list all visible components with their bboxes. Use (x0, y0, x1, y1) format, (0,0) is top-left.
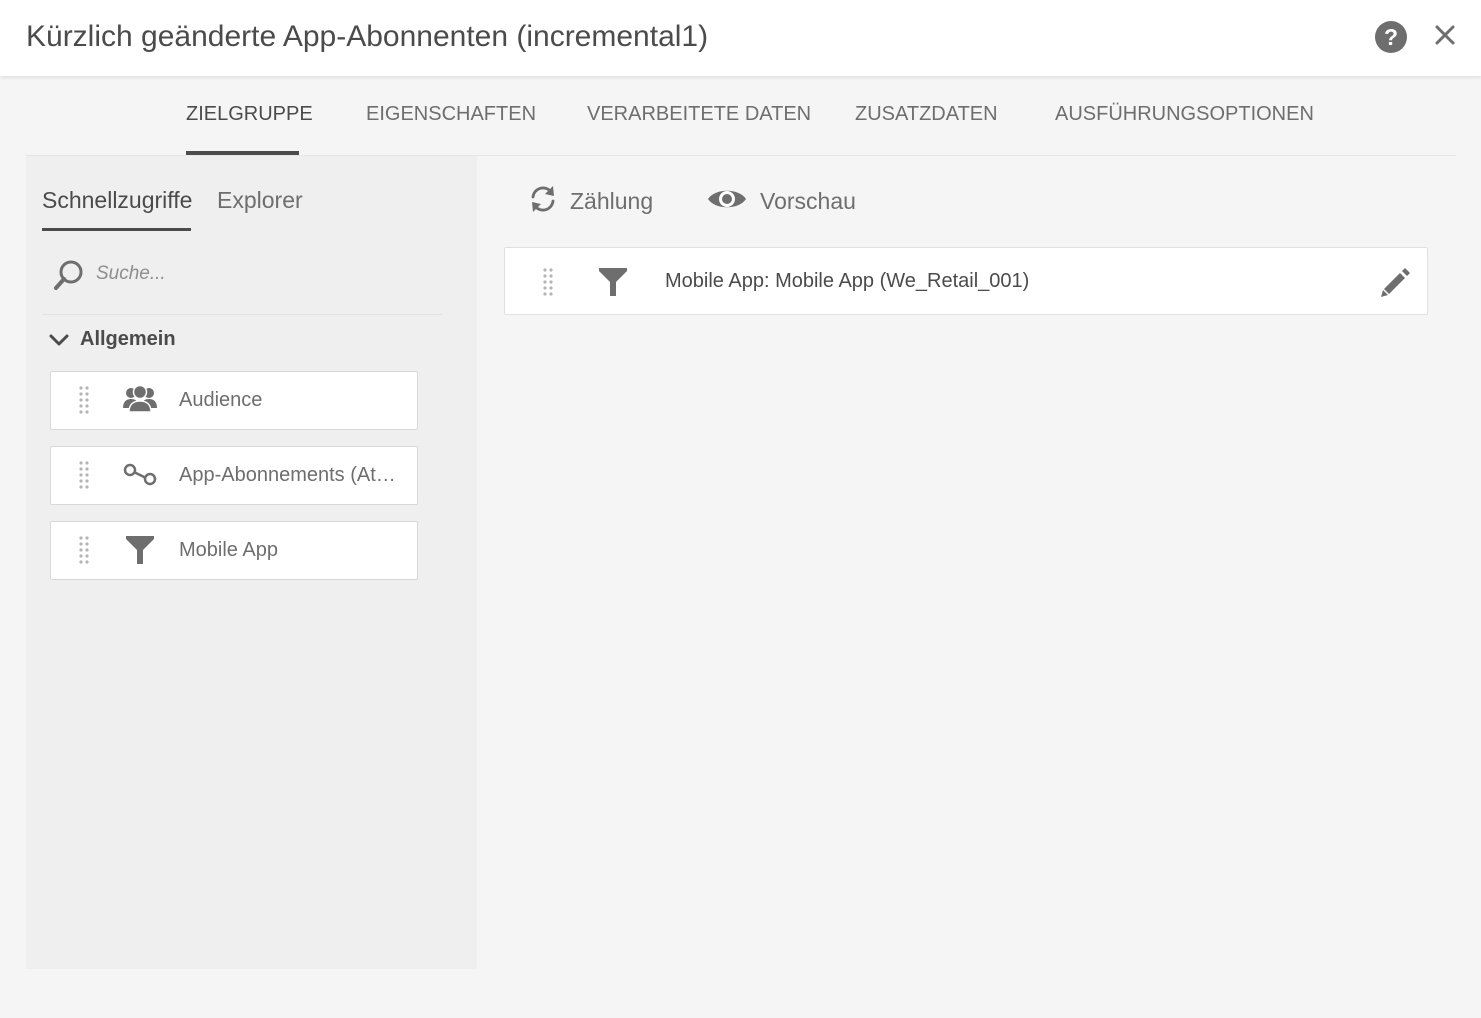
search-input[interactable] (94, 258, 428, 290)
subtab-schnellzugriffe[interactable]: Schnellzugriffe (42, 187, 192, 214)
dialog-title: Kürzlich geänderte App-Abonnenten (incre… (26, 20, 709, 53)
dialog: Kürzlich geänderte App-Abonnenten (incre… (0, 0, 1481, 1018)
palette-item-label: Audience (179, 389, 263, 411)
palette-panel: Schnellzugriffe Explorer Allgemein (26, 156, 477, 969)
drag-handle-icon[interactable] (77, 460, 91, 490)
tab-ausfuehrungsoptionen[interactable]: AUSFÜHRUNGSOPTIONEN (1055, 103, 1314, 126)
tab-zusatzdaten[interactable]: ZUSATZDATEN (855, 103, 998, 126)
search-box (42, 246, 442, 315)
filter-icon (599, 268, 627, 296)
close-icon[interactable] (1432, 22, 1458, 48)
pencil-icon[interactable] (1378, 265, 1412, 299)
count-button[interactable]: Zählung (528, 184, 668, 220)
active-subtab-indicator (42, 228, 191, 231)
main-tabs: ZIELGRUPPE EIGENSCHAFTEN VERARBEITETE DA… (0, 76, 1481, 156)
palette-item-audience[interactable]: Audience (50, 371, 418, 430)
link-icon (123, 463, 157, 486)
preview-button[interactable]: Vorschau (706, 184, 866, 220)
group-label: Allgemein (80, 328, 176, 350)
eye-icon (708, 190, 746, 208)
palette-item-label: Mobile App (179, 539, 278, 561)
tab-eigenschaften[interactable]: EIGENSCHAFTEN (366, 103, 536, 126)
search-icon (54, 260, 83, 290)
palette-item-label: App-Abonnements (Attribut) (179, 464, 401, 486)
subtab-explorer[interactable]: Explorer (217, 187, 303, 214)
drag-handle-icon[interactable] (541, 267, 555, 297)
drag-handle-icon[interactable] (77, 385, 91, 415)
chevron-down-icon (49, 334, 69, 346)
filter-icon (126, 536, 154, 564)
tab-zielgruppe[interactable]: ZIELGRUPPE (186, 103, 313, 126)
palette-item-app-abonnements[interactable]: App-Abonnements (Attribut) (50, 446, 418, 505)
drag-handle-icon[interactable] (77, 535, 91, 565)
tab-verarbeitete-daten[interactable]: VERARBEITETE DATEN (587, 103, 811, 126)
group-header-allgemein[interactable]: Allgemein (48, 328, 176, 358)
count-label: Zählung (570, 188, 654, 214)
query-rule[interactable]: Mobile App: Mobile App (We_Retail_001) (504, 247, 1428, 315)
dialog-header: Kürzlich geänderte App-Abonnenten (incre… (0, 0, 1481, 76)
query-canvas: Zählung Vorschau Mobile App: Mobile App … (477, 156, 1456, 969)
preview-label: Vorschau (760, 188, 856, 214)
palette-item-mobile-app[interactable]: Mobile App (50, 521, 418, 580)
audience-icon (123, 384, 157, 413)
refresh-icon (531, 186, 555, 212)
help-icon[interactable]: ? (1375, 21, 1407, 53)
rule-label: Mobile App: Mobile App (We_Retail_001) (665, 270, 1030, 292)
